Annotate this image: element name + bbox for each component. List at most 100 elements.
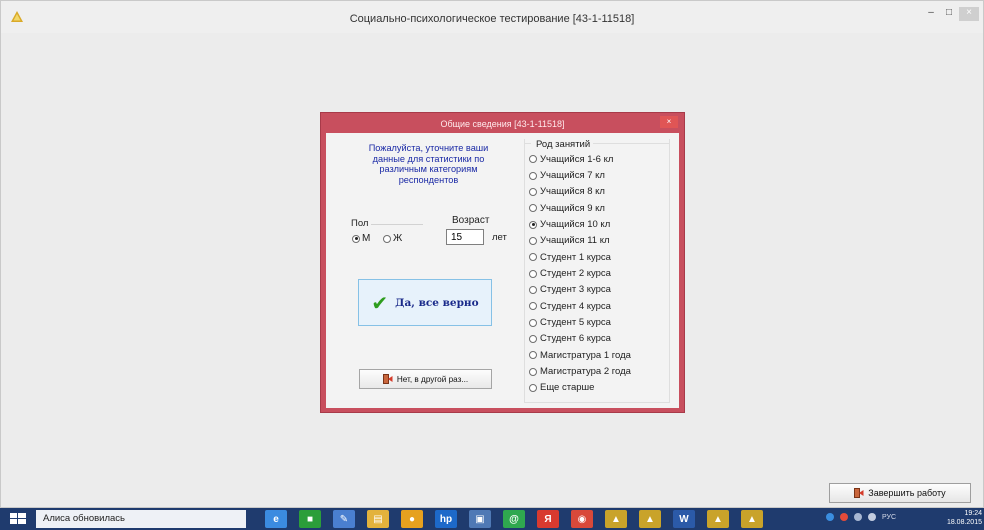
store-icon[interactable]: ■ bbox=[299, 510, 321, 528]
general-info-dialog: Общие сведения [43-1-11518] × Пожалуйста… bbox=[320, 112, 685, 413]
occupation-option[interactable]: Учащийся 1-6 кл bbox=[529, 151, 631, 167]
radio-icon[interactable] bbox=[529, 171, 537, 180]
occupation-label: Студент 5 курса bbox=[540, 317, 611, 329]
language-indicator[interactable]: РУС bbox=[882, 514, 896, 521]
tray-app-icon[interactable] bbox=[840, 513, 848, 521]
radio-icon[interactable] bbox=[529, 367, 537, 376]
occupation-option[interactable]: Учащийся 7 кл bbox=[529, 167, 631, 183]
occupation-option[interactable]: Еще старше bbox=[529, 380, 631, 396]
exit-door-icon bbox=[854, 488, 864, 498]
occupation-option[interactable]: Студент 6 курса bbox=[529, 331, 631, 347]
radio-icon[interactable] bbox=[529, 155, 537, 164]
dialog-title-bar[interactable]: Общие сведения [43-1-11518] × bbox=[321, 113, 684, 133]
age-label: Возраст bbox=[452, 215, 490, 226]
radio-icon[interactable] bbox=[529, 269, 537, 278]
occupation-list: Учащийся 1-6 кл Учащийся 7 кл Учащийся 8 к… bbox=[529, 151, 631, 396]
radio-icon[interactable] bbox=[529, 236, 537, 245]
feather-icon[interactable]: ✎ bbox=[333, 510, 355, 528]
window-controls: – □ × bbox=[923, 7, 979, 23]
age-input[interactable] bbox=[446, 229, 484, 245]
occupation-option[interactable]: Студент 3 курса bbox=[529, 282, 631, 298]
clock-date: 18.08.2015 bbox=[946, 519, 982, 526]
confirm-button[interactable]: ✔ Да, все верно bbox=[358, 279, 492, 326]
hp-icon[interactable]: hp bbox=[435, 510, 457, 528]
title-bar[interactable]: Социально-психологическое тестирование [… bbox=[1, 1, 983, 33]
test-app-icon[interactable]: ▲ bbox=[639, 510, 661, 528]
radio-icon[interactable] bbox=[529, 187, 537, 196]
confirm-button-label: Да, все верно bbox=[395, 296, 479, 309]
sex-option-label: Ж bbox=[393, 233, 403, 244]
occupation-option[interactable]: Магистратура 1 года bbox=[529, 347, 631, 363]
sex-legend: Пол bbox=[351, 218, 369, 229]
occupation-group: Род занятий Учащийся 1-6 кл Учащийся 7 кл… bbox=[524, 139, 670, 403]
exit-door-icon bbox=[382, 374, 393, 384]
age-unit: лет bbox=[492, 232, 507, 243]
clock[interactable]: 19:24 18.08.2015 bbox=[940, 509, 982, 527]
radio-icon[interactable] bbox=[529, 334, 537, 343]
occupation-option[interactable]: Магистратура 2 года bbox=[529, 363, 631, 379]
group-divider bbox=[593, 143, 670, 144]
maximize-icon[interactable]: □ bbox=[941, 7, 957, 21]
radio-icon[interactable] bbox=[383, 234, 391, 243]
radio-icon[interactable] bbox=[529, 302, 537, 311]
media-player-icon[interactable]: ● bbox=[401, 510, 423, 528]
radio-icon[interactable] bbox=[529, 253, 537, 262]
occupation-label: Магистратура 2 года bbox=[540, 366, 631, 378]
minimize-icon[interactable]: – bbox=[923, 7, 939, 21]
test-app-icon[interactable]: ▲ bbox=[605, 510, 627, 528]
occupation-option[interactable]: Студент 4 курса bbox=[529, 298, 631, 314]
radio-icon[interactable] bbox=[529, 318, 537, 327]
radio-selected-icon[interactable] bbox=[352, 234, 360, 243]
test-app-icon[interactable]: ▲ bbox=[741, 510, 763, 528]
windows-start-icon[interactable] bbox=[8, 512, 28, 526]
test-app-icon[interactable]: ▲ bbox=[707, 510, 729, 528]
occupation-label: Студент 2 курса bbox=[540, 268, 611, 280]
occupation-label: Учащийся 7 кл bbox=[540, 170, 605, 182]
screen-icon[interactable]: ▣ bbox=[469, 510, 491, 528]
yandex-browser-icon[interactable]: Я bbox=[537, 510, 559, 528]
word-icon[interactable]: W bbox=[673, 510, 695, 528]
radio-selected-icon[interactable] bbox=[529, 220, 537, 229]
occupation-label: Учащийся 11 кл bbox=[540, 235, 610, 247]
sex-group: Пол М Ж bbox=[350, 218, 425, 250]
group-divider bbox=[371, 224, 423, 225]
decline-button[interactable]: Нет, в другой раз... bbox=[359, 369, 492, 389]
occupation-option[interactable]: Учащийся 8 кл bbox=[529, 184, 631, 200]
volume-icon[interactable] bbox=[868, 513, 876, 521]
taskbar-notification[interactable]: Алиса обновилась bbox=[36, 510, 246, 528]
help-icon[interactable] bbox=[826, 513, 834, 521]
dialog-title: Общие сведения [43-1-11518] bbox=[440, 119, 565, 129]
occupation-label: Студент 4 курса bbox=[540, 300, 611, 312]
internet-explorer-icon[interactable]: e bbox=[265, 510, 287, 528]
occupation-option[interactable]: Учащийся 11 кл bbox=[529, 233, 631, 249]
finish-work-button[interactable]: Завершить работу bbox=[829, 483, 971, 503]
mail-at-icon[interactable]: @ bbox=[503, 510, 525, 528]
sex-option-male[interactable]: М bbox=[352, 233, 370, 244]
occupation-label: Учащийся 9 кл bbox=[540, 202, 605, 214]
radio-icon[interactable] bbox=[529, 204, 537, 213]
group-divider bbox=[525, 143, 531, 144]
network-icon[interactable] bbox=[854, 513, 862, 521]
finish-button-label: Завершить работу bbox=[868, 488, 946, 498]
system-tray: РУС bbox=[826, 513, 896, 521]
close-icon[interactable]: × bbox=[959, 7, 979, 21]
occupation-option[interactable]: Студент 1 курса bbox=[529, 249, 631, 265]
taskbar-pinned-icons: e ■ ✎ ▤ ● hp ▣ @ Я ◉ ▲ ▲ W ▲ ▲ bbox=[265, 510, 763, 528]
checkmark-icon: ✔ bbox=[371, 290, 389, 315]
radio-icon[interactable] bbox=[529, 285, 537, 294]
dialog-close-icon[interactable]: × bbox=[660, 116, 678, 128]
occupation-option[interactable]: Учащийся 10 кл bbox=[529, 216, 631, 232]
dialog-body: Пожалуйста, уточните ваши данные для ста… bbox=[326, 133, 679, 408]
occupation-legend: Род занятий bbox=[536, 139, 591, 150]
window-title: Социально-психологическое тестирование [… bbox=[349, 13, 635, 25]
sex-option-female[interactable]: Ж bbox=[383, 233, 402, 244]
clock-time: 19:24 bbox=[964, 510, 982, 517]
occupation-option[interactable]: Студент 2 курса bbox=[529, 265, 631, 281]
statistics-prompt: Пожалуйста, уточните ваши данные для ста… bbox=[368, 143, 489, 185]
file-explorer-icon[interactable]: ▤ bbox=[367, 510, 389, 528]
occupation-option[interactable]: Студент 5 курса bbox=[529, 314, 631, 330]
radio-icon[interactable] bbox=[529, 383, 537, 392]
occupation-option[interactable]: Учащийся 9 кл bbox=[529, 200, 631, 216]
radio-icon[interactable] bbox=[529, 351, 537, 360]
chrome-icon[interactable]: ◉ bbox=[571, 510, 593, 528]
